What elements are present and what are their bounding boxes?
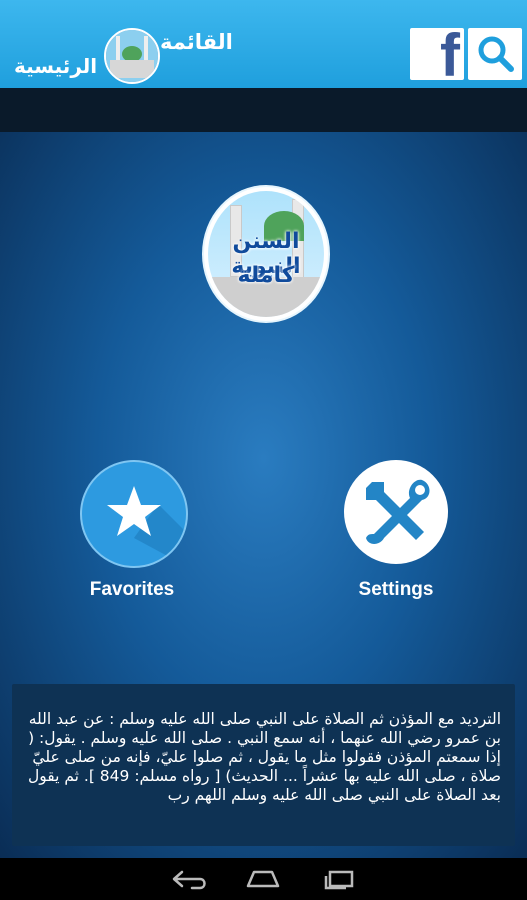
facebook-icon: f (440, 28, 460, 80)
settings-button[interactable] (344, 460, 448, 564)
search-button[interactable] (468, 28, 522, 80)
settings-label: Settings (358, 579, 434, 600)
toolbar-shadow-band (0, 88, 527, 132)
favorites-label: Favorites (89, 579, 175, 600)
tools-icon (366, 479, 430, 544)
title-line-2: الرئيسية (14, 54, 98, 78)
action-bar: القائمة الرئيسية f (0, 0, 527, 88)
search-icon (478, 36, 514, 72)
back-icon[interactable] (170, 868, 210, 890)
home-icon[interactable] (244, 868, 282, 890)
system-nav-bar (0, 858, 527, 900)
star-icon (107, 486, 186, 566)
recents-icon[interactable] (320, 868, 356, 890)
favorites-button[interactable] (80, 460, 188, 568)
logo-text-line-2: كاملة (237, 263, 295, 288)
title-line-1: القائمة (160, 30, 233, 54)
app-logo: السنن النبوية كاملة (204, 187, 328, 321)
app-logo-small[interactable] (104, 28, 160, 84)
daily-text-panel[interactable]: الترديد مع المؤذن ثم الصلاة على النبي صل… (12, 684, 515, 846)
facebook-button[interactable]: f (410, 28, 464, 80)
daily-text: الترديد مع المؤذن ثم الصلاة على النبي صل… (27, 710, 501, 804)
